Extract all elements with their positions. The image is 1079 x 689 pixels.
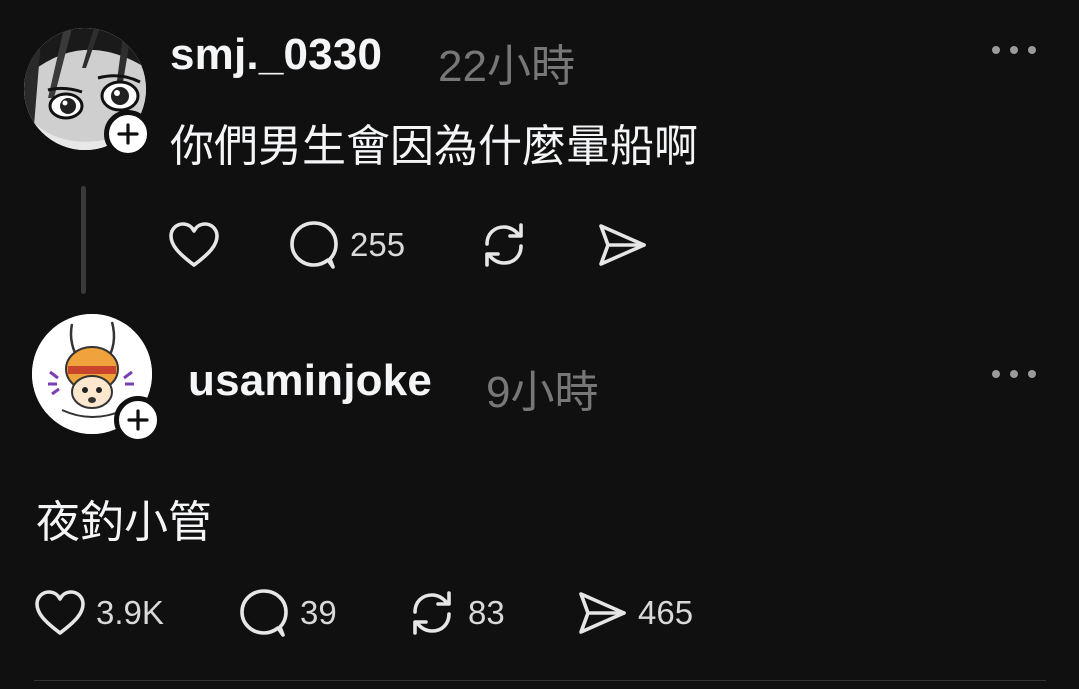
comment-bubble-icon — [240, 589, 288, 637]
like-button[interactable] — [168, 220, 230, 270]
post-text: 你們男生會因為什麼暈船啊 — [170, 122, 698, 171]
post-text: 夜釣小管 — [36, 498, 212, 547]
repost-button[interactable] — [478, 220, 540, 270]
follow-button[interactable] — [114, 396, 162, 444]
share-button[interactable]: 465 — [576, 588, 693, 638]
comment-bubble-icon — [290, 221, 338, 269]
more-dots-icon — [1010, 370, 1018, 378]
more-dots-icon — [1028, 370, 1036, 378]
share-button[interactable] — [596, 220, 658, 270]
send-icon — [599, 224, 646, 266]
repost-button[interactable]: 83 — [406, 588, 505, 638]
more-dots-icon — [1028, 46, 1036, 54]
post-username[interactable]: usaminjoke — [188, 356, 432, 406]
more-dots-icon — [1010, 46, 1018, 54]
more-options-button[interactable] — [992, 44, 1036, 56]
repost-icon — [413, 591, 451, 635]
reply-button[interactable]: 39 — [238, 588, 337, 638]
follow-plus-icon — [117, 123, 139, 145]
post-timestamp: 9小時 — [486, 368, 599, 417]
follow-button[interactable] — [104, 110, 152, 158]
more-options-button[interactable] — [992, 368, 1036, 380]
send-icon — [579, 592, 626, 634]
follow-plus-icon — [127, 409, 149, 431]
like-button[interactable]: 3.9K — [34, 588, 164, 638]
reply-count: 39 — [300, 594, 337, 631]
heart-icon — [169, 222, 219, 267]
post-divider — [34, 680, 1046, 681]
repost-icon — [485, 223, 523, 267]
more-dots-icon — [992, 46, 1000, 54]
more-dots-icon — [992, 370, 1000, 378]
post-timestamp: 22小時 — [438, 42, 575, 91]
reply-button[interactable]: 255 — [288, 220, 405, 270]
repost-count: 83 — [468, 594, 505, 631]
post-username[interactable]: smj._0330 — [170, 30, 382, 80]
thread-connector-line — [81, 186, 86, 294]
like-count: 3.9K — [96, 594, 164, 631]
reply-count: 255 — [350, 226, 406, 263]
share-count: 465 — [638, 594, 694, 631]
heart-icon — [35, 590, 85, 635]
